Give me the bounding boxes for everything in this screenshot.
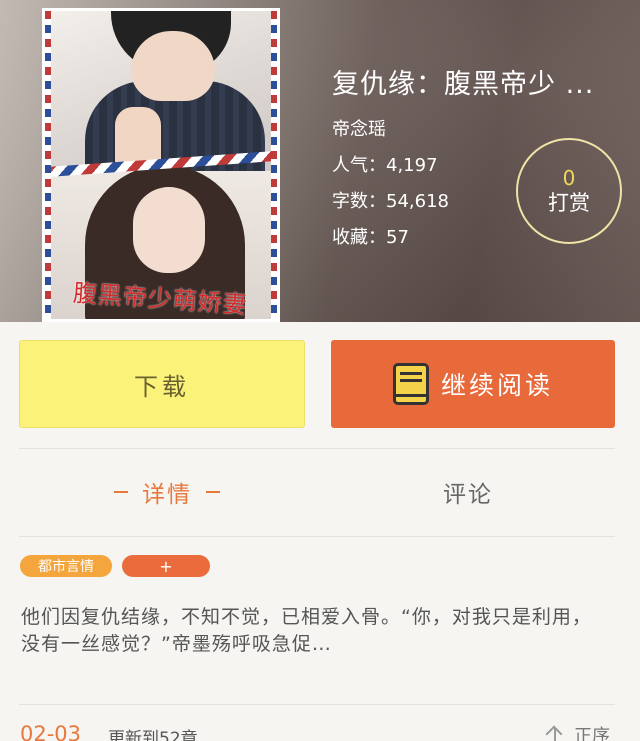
divider [19,704,615,705]
reward-label: 打赏 [548,191,590,215]
cover-figure-face [131,31,215,101]
sort-label: 正序 [574,726,610,741]
tab-detail-label: 详情 [142,482,192,508]
divider [19,536,615,537]
continue-reading-button[interactable]: 继续阅读 [331,340,615,428]
arrow-up-icon [544,724,566,741]
book-icon [392,363,429,405]
tab-detail[interactable]: 详情 [19,466,315,518]
continue-reading-label: 继续阅读 [440,371,553,400]
tab-indicator-right [206,491,220,493]
popularity-value: 4,197 [386,155,438,176]
book-title: 复仇缘：腹黑帝少 ... [332,69,595,100]
cover-figure-face-2 [133,187,205,273]
sort-toggle[interactable]: 正序 [544,722,610,741]
book-cover[interactable]: 腹黑帝少萌娇妻 [42,8,280,322]
book-description[interactable]: 他们因复仇结缘，不知不觉，已相爱入骨。“你，对我只是利用，没有一丝感觉？”帝墨殇… [21,604,611,658]
reward-count: 0 [562,166,576,190]
divider [19,448,615,449]
chapter-update-text[interactable]: 更新到52章 [108,724,198,741]
tab-indicator-left [114,491,128,493]
download-button[interactable]: 下载 [19,340,305,428]
tab-comments[interactable]: 评论 [320,466,616,518]
book-author[interactable]: 帝念瑶 [332,115,594,141]
word-count-label: 字数： [332,191,386,212]
favorites-value: 57 [386,227,409,248]
update-date: 02-03 [20,722,82,741]
cover-airmail-border-left [45,11,51,319]
genre-tag[interactable]: 都市言情 [20,555,112,577]
cover-airmail-border-right [271,11,277,319]
add-tag-button[interactable]: + [122,555,210,577]
reward-button[interactable]: 0 打赏 [516,138,622,244]
favorites-label: 收藏： [332,227,386,248]
popularity-label: 人气： [332,155,386,176]
word-count-value: 54,618 [386,191,449,212]
